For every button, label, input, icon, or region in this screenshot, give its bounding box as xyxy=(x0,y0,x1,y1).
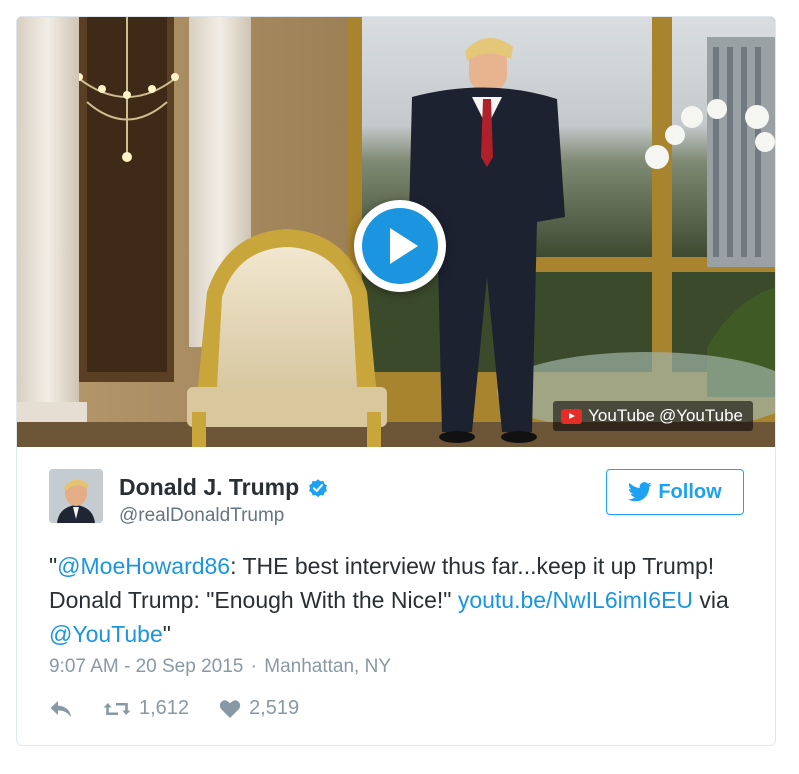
author-name-text: Donald J. Trump xyxy=(119,474,300,500)
video-url-link[interactable]: youtu.be/NwIL6imI6EU xyxy=(458,587,693,613)
follow-button[interactable]: Follow xyxy=(606,469,744,515)
retweet-button[interactable]: 1,612 xyxy=(103,697,189,720)
retweet-count: 1,612 xyxy=(139,697,190,719)
location-link[interactable]: Manhattan, NY xyxy=(264,656,391,677)
via-mention-link[interactable]: @YouTube xyxy=(49,621,163,647)
author-name[interactable]: Donald J. Trump xyxy=(119,474,329,501)
avatar[interactable] xyxy=(49,469,103,523)
verified-icon xyxy=(309,478,328,497)
tweet-actions: 1,612 2,519 xyxy=(49,697,299,720)
tweet-text: "@MoeHoward86: THE best interview thus f… xyxy=(49,553,729,647)
mention-link[interactable]: @MoeHoward86 xyxy=(57,553,230,579)
avatar-image xyxy=(49,469,103,523)
video-thumbnail[interactable]: YouTube @YouTube xyxy=(17,17,775,447)
reply-icon xyxy=(50,700,71,717)
reply-button[interactable] xyxy=(49,699,73,719)
heart-icon xyxy=(219,699,241,718)
author-handle[interactable]: @realDonaldTrump xyxy=(119,505,284,527)
like-button[interactable]: 2,519 xyxy=(219,697,299,720)
video-source-badge[interactable]: YouTube @YouTube xyxy=(553,401,753,431)
play-button[interactable] xyxy=(354,200,446,292)
video-source-name: YouTube xyxy=(588,406,655,425)
tweet-card: YouTube @YouTube Donald J. Trump @realDo… xyxy=(16,16,776,746)
tweet-meta: 9:07 AM - 20 Sep 2015 · Manhattan, NY xyxy=(49,656,391,678)
timestamp-link[interactable]: 9:07 AM - 20 Sep 2015 xyxy=(49,656,243,677)
follow-button-label: Follow xyxy=(658,480,722,503)
youtube-icon xyxy=(561,408,583,424)
twitter-bird-icon xyxy=(628,482,652,502)
retweet-icon xyxy=(103,702,131,715)
meta-separator: · xyxy=(250,656,257,677)
play-icon xyxy=(390,228,418,264)
video-source-handle: @YouTube xyxy=(658,406,743,425)
like-count: 2,519 xyxy=(249,697,300,719)
